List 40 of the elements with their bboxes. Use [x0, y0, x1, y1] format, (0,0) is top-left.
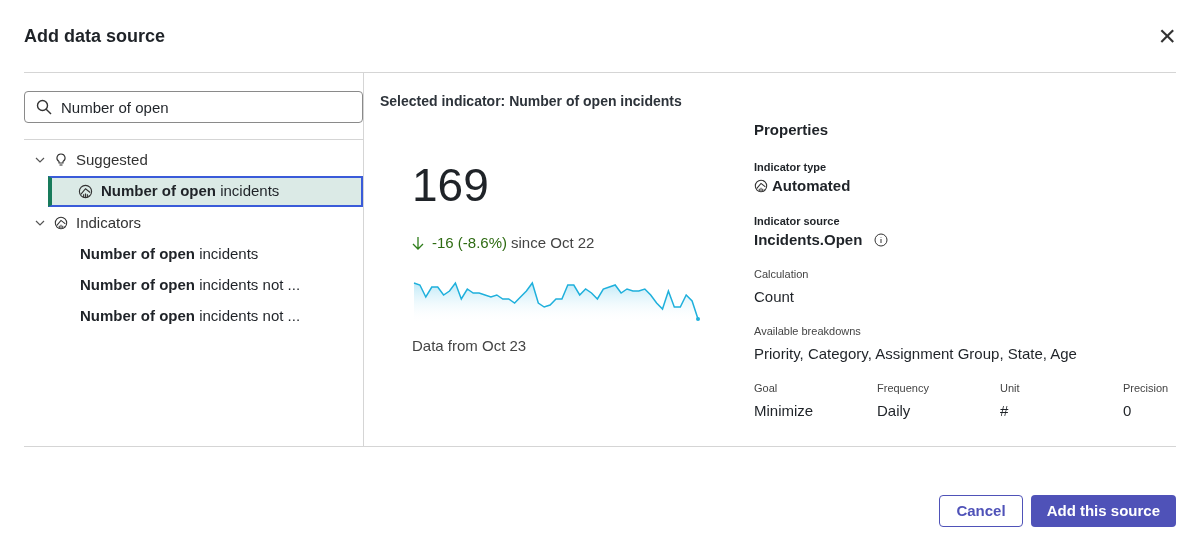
- property-label: Goal: [754, 380, 779, 396]
- tree-group-label[interactable]: Suggested: [76, 148, 148, 172]
- data-from-text: Data from Oct 23: [412, 335, 528, 356]
- tree-item[interactable]: Number of open incidents: [48, 239, 363, 270]
- property-value: Automated: [772, 176, 851, 196]
- property-value: #: [1000, 401, 1010, 421]
- gauge-icon: [754, 179, 768, 194]
- property-value: Daily: [877, 401, 912, 421]
- gauge-icon: [78, 184, 93, 199]
- property-label: Available breakdowns: [754, 323, 862, 339]
- property-value: Priority, Category, Assignment Group, State, Age: [754, 344, 1078, 364]
- property-label: Precision: [1123, 380, 1170, 396]
- property-label: Indicator source: [754, 213, 841, 229]
- trend-since: since Oct 22: [511, 233, 595, 253]
- tree-group-label[interactable]: Indicators: [76, 211, 142, 235]
- tree-item[interactable]: Number of open incidents not ...: [48, 270, 363, 301]
- gauge-icon: [54, 216, 68, 230]
- property-value: Count: [754, 287, 796, 307]
- tree-item[interactable]: Number of open incidents not ...: [48, 301, 363, 332]
- metric-value: 169: [412, 162, 490, 208]
- property-value: Minimize: [754, 401, 815, 421]
- tree-item[interactable]: Number of open incidents: [48, 176, 363, 207]
- property-value: Incidents.Open: [754, 230, 863, 250]
- info-icon[interactable]: [874, 233, 889, 248]
- add-source-button[interactable]: Add this source: [1030, 495, 1176, 527]
- property-label: Calculation: [754, 266, 810, 282]
- lightbulb-icon: [54, 153, 68, 167]
- cancel-button[interactable]: Cancel: [939, 495, 1023, 527]
- trend-change: -16 (-8.6%): [432, 233, 508, 253]
- property-label: Indicator type: [754, 159, 828, 175]
- property-label: Unit: [1000, 380, 1021, 396]
- close-button[interactable]: ×: [1158, 21, 1176, 51]
- properties-title: Properties: [754, 120, 830, 140]
- search-icon: [36, 99, 52, 115]
- dialog-title: Add data source: [24, 24, 166, 48]
- selected-indicator-heading: Selected indicator: Number of open incidents: [380, 92, 683, 111]
- down-arrow-icon: [412, 236, 424, 251]
- property-value: 0: [1123, 401, 1133, 421]
- search-field[interactable]: Number of open: [24, 91, 363, 123]
- property-label: Frequency: [877, 380, 930, 396]
